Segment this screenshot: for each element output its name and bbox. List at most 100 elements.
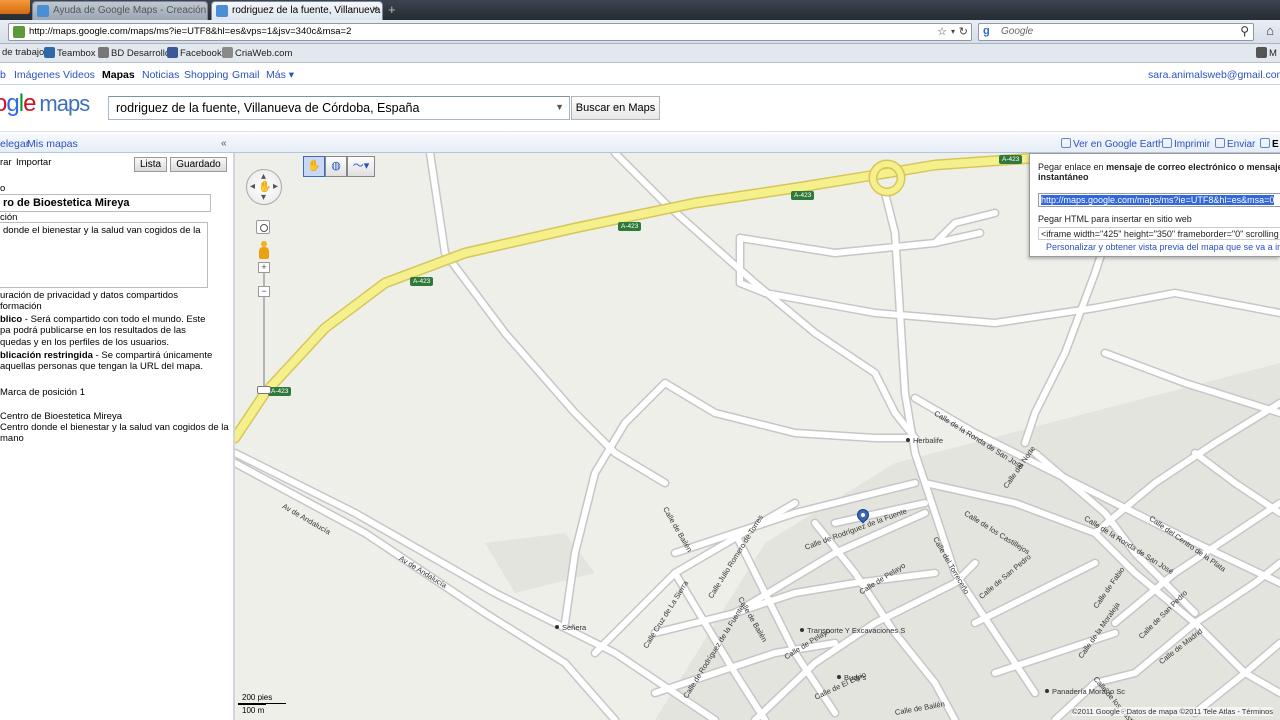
send-link[interactable]: Enviar — [1215, 138, 1255, 150]
gbar-item-gmail[interactable]: Gmail — [232, 69, 259, 81]
highway-shield: A-423 — [410, 277, 434, 286]
query-text: rodriguez de la fuente, Villanueva de Có… — [116, 101, 420, 115]
placemark-tool-icon[interactable]: ◍ — [325, 156, 347, 177]
bookmark-star-icon[interactable]: ☆ — [937, 25, 947, 38]
list-view-button[interactable]: Lista — [134, 157, 167, 172]
google-maps-logo[interactable]: oglemaps — [0, 90, 90, 118]
place-description: mano — [0, 433, 24, 444]
placemark-marker-icon[interactable] — [854, 506, 872, 531]
chevron-down-icon[interactable]: ▼ — [555, 102, 564, 112]
public-option-text: pa podrá publicarse en los resultados de… — [0, 325, 186, 336]
user-email[interactable]: sara.animalsweb@gmail.com — [1148, 69, 1280, 81]
site-identity-icon[interactable] — [13, 26, 25, 38]
share-url-field[interactable]: http://maps.google.com/maps/ms?ie=UTF8&h… — [1038, 193, 1280, 207]
firefox-menu-icon[interactable] — [0, 0, 30, 14]
popup-intro: Pegar enlace en mensaje de correo electr… — [1038, 162, 1280, 182]
poi-label[interactable]: Transporte Y Excavaciones S — [800, 626, 905, 635]
close-tab-icon[interactable]: × — [372, 4, 378, 15]
line-tool-icon[interactable]: 〜▾ — [347, 156, 375, 177]
html-label: Pegar HTML para insertar en sitio web — [1038, 214, 1192, 224]
placemark-link[interactable]: Marca de posición 1 — [0, 387, 86, 398]
map-copyright[interactable]: ©2011 Google - Datos de mapa ©2011 Tele … — [1072, 707, 1274, 716]
favicon-icon — [216, 5, 228, 17]
my-maps-link[interactable]: Mis mapas — [27, 138, 78, 150]
unlisted-option-text: aquellas personas que tengan la URL del … — [0, 361, 203, 372]
tab-label: rodriguez de la fuente, Villanueva de ..… — [232, 5, 382, 16]
gbar-item-more[interactable]: Más ▾ — [266, 69, 294, 81]
link-popup: Pegar enlace en mensaje de correo electr… — [1029, 153, 1280, 257]
unlisted-option[interactable]: blicación restringida - Se compartirá ún… — [0, 350, 213, 361]
zoom-in-icon[interactable]: + — [258, 262, 270, 273]
place-title-link[interactable]: Centro de Bioestetica Mireya — [0, 411, 122, 422]
google-earth-icon — [1061, 138, 1071, 148]
google-earth-link[interactable]: Ver en Google Earth — [1061, 138, 1164, 150]
zoom-knob[interactable] — [257, 386, 271, 394]
history-dropdown-icon[interactable]: ▾ — [951, 27, 955, 36]
zoom-out-icon[interactable]: − — [258, 286, 270, 297]
google-bar: b Imágenes Videos Mapas Noticias Shoppin… — [0, 64, 1280, 84]
new-tab-button[interactable]: + — [388, 3, 404, 17]
home-icon[interactable]: ⌂ — [1260, 23, 1280, 41]
map-title-input[interactable]: ro de Bioestetica Mireya — [0, 194, 211, 212]
divider — [0, 84, 1280, 85]
browser-tab-bar: Ayuda de Google Maps - Creación de ... r… — [0, 0, 1280, 20]
title-label: o — [0, 183, 6, 194]
poi-label[interactable]: Panadería Moraño Sc — [1045, 687, 1125, 696]
customize-embed-link[interactable]: Personalizar y obtener vista previa del … — [1046, 242, 1280, 252]
privacy-heading: uración de privacidad y datos compartido… — [0, 290, 178, 301]
favicon-icon — [37, 5, 49, 17]
search-icon[interactable]: ⚲ — [1240, 24, 1249, 38]
bookmark-item[interactable]: M — [1256, 47, 1277, 59]
poi-label[interactable]: Budy's — [837, 673, 866, 682]
saved-button[interactable]: Guardado — [170, 157, 227, 172]
bookmarks-toolbar: de trabajo Teambox BD Desarrollo Faceboo… — [0, 44, 1280, 63]
link-button[interactable]: E — [1260, 138, 1279, 150]
embed-code-field[interactable]: <iframe width="425" height="350" framebo… — [1038, 227, 1280, 240]
bookmark-item[interactable]: Teambox — [44, 47, 96, 59]
link-icon — [1260, 138, 1270, 148]
toolbar-link[interactable]: elegar — [0, 138, 29, 150]
bookmark-item[interactable]: CriaWeb.com — [222, 47, 292, 59]
navigation-bar: http://maps.google.com/maps/ms?ie=UTF8&h… — [0, 20, 1280, 44]
highway-shield: A-423 — [999, 155, 1023, 164]
poi-label[interactable]: Señera — [555, 623, 586, 632]
bookmark-item[interactable]: BD Desarrollo — [98, 47, 170, 59]
url-bar[interactable]: http://maps.google.com/maps/ms?ie=UTF8&h… — [8, 23, 972, 41]
poi-label[interactable]: Herbalife — [906, 436, 943, 445]
place-description: Centro donde el bienestar y la salud van… — [0, 422, 229, 433]
pan-control-icon[interactable]: ▴ ▾ ◂ ▸ ✋ — [246, 169, 282, 205]
zoom-slider[interactable]: + − — [257, 262, 271, 394]
gbar-item-maps[interactable]: Mapas — [102, 69, 135, 81]
search-maps-button[interactable]: Buscar en Maps — [571, 96, 660, 120]
earth-view-icon[interactable] — [256, 220, 270, 234]
bookmark-page-icon — [1256, 47, 1267, 58]
import-link[interactable]: Importar — [16, 157, 52, 168]
bookmark-item[interactable]: Facebook — [167, 47, 222, 59]
gbar-item-images[interactable]: Imágenes — [14, 69, 60, 81]
web-search-input[interactable]: g Google ⚲ — [978, 23, 1254, 41]
panel-link[interactable]: rar — [0, 157, 12, 168]
google-engine-icon[interactable]: g — [983, 25, 997, 39]
highway-shield: A-423 — [791, 191, 815, 200]
highway-shield: A-423 — [618, 222, 642, 231]
gbar-item-shopping[interactable]: Shopping — [184, 69, 228, 81]
print-icon — [1162, 138, 1172, 148]
map-description-input[interactable]: donde el bienestar y la salud van cogido… — [0, 222, 208, 288]
tab-help[interactable]: Ayuda de Google Maps - Creación de ... — [32, 1, 208, 20]
bookmark-page-icon — [222, 47, 233, 58]
hand-tool-icon[interactable]: ✋ — [303, 156, 325, 177]
divider — [0, 131, 1280, 132]
gbar-item[interactable]: b — [0, 69, 6, 81]
gbar-item-news[interactable]: Noticias — [142, 69, 179, 81]
print-link[interactable]: Imprimir — [1162, 138, 1210, 150]
bookmark-item[interactable]: de trabajo — [2, 47, 44, 58]
reload-icon[interactable]: ↻ — [959, 25, 968, 38]
public-option[interactable]: blico - Será compartido con todo el mund… — [0, 314, 206, 325]
gbar-item-videos[interactable]: Videos — [63, 69, 95, 81]
pegman-icon[interactable] — [258, 241, 270, 261]
collapse-panel-icon[interactable]: « — [221, 138, 227, 149]
tab-maps[interactable]: rodriguez de la fuente, Villanueva de ..… — [211, 1, 383, 20]
maps-search-input[interactable]: rodriguez de la fuente, Villanueva de Có… — [108, 96, 570, 120]
privacy-info-link[interactable]: formación — [0, 301, 42, 312]
send-icon — [1215, 138, 1225, 148]
